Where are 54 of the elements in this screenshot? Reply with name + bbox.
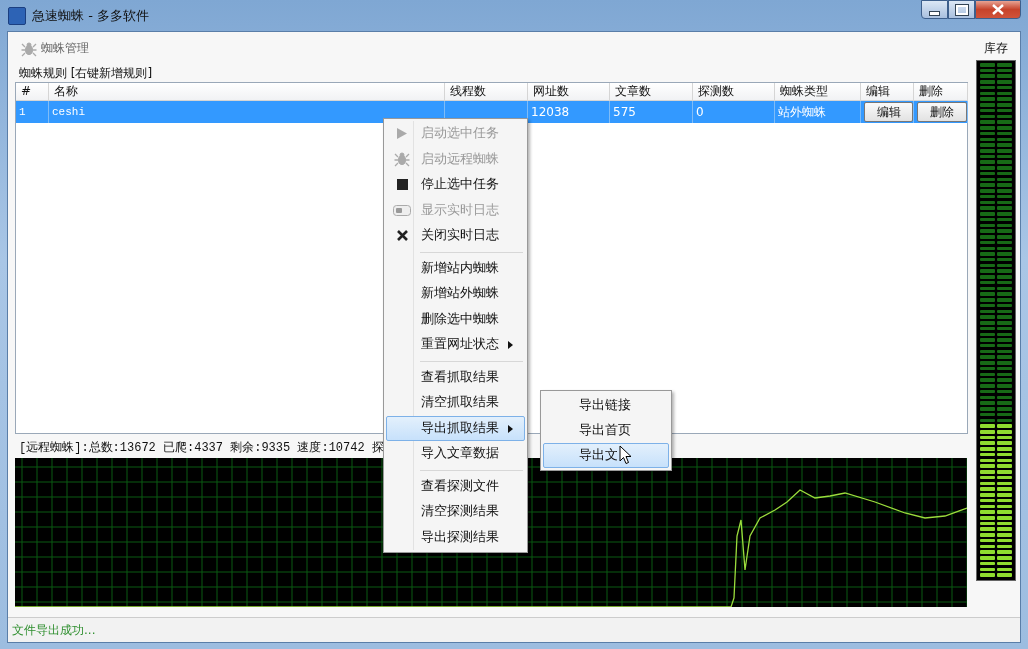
- menu-item[interactable]: 删除选中蜘蛛: [386, 306, 525, 332]
- table-cell: 0: [696, 105, 704, 119]
- menu-item[interactable]: 导出抓取结果: [386, 415, 525, 441]
- column-header[interactable]: 网址数: [528, 83, 610, 101]
- menu-item[interactable]: 查看探测文件: [386, 473, 525, 499]
- submenu-arrow-icon: [508, 341, 513, 349]
- table-cell: 575: [613, 105, 636, 119]
- edit-button[interactable]: 编辑: [864, 102, 913, 122]
- minimize-button[interactable]: [921, 0, 948, 19]
- stop-icon: [396, 179, 408, 191]
- column-header[interactable]: 删除: [914, 83, 968, 101]
- menu-item[interactable]: 导出链接: [543, 393, 669, 418]
- close-icon: [396, 230, 408, 242]
- column-header[interactable]: 编辑: [861, 83, 914, 101]
- close-button[interactable]: [975, 0, 1021, 19]
- spider-icon: [21, 40, 37, 57]
- submenu-arrow-icon: [508, 424, 513, 433]
- table-cell: 1: [19, 106, 26, 118]
- table-row[interactable]: 1 ceshi 12038 575 0 站外蜘蛛 编辑 删除: [16, 101, 967, 123]
- menu-item[interactable]: 清空抓取结果: [386, 390, 525, 416]
- menu-item[interactable]: 导入文章数据: [386, 441, 525, 467]
- spider-manage-button[interactable]: 蜘蛛管理: [15, 38, 95, 59]
- table-cell: ceshi: [52, 106, 85, 118]
- menu-item[interactable]: 导出文: [543, 443, 669, 468]
- column-header[interactable]: #: [16, 83, 49, 101]
- mouse-cursor-icon: [619, 445, 632, 465]
- menu-item[interactable]: 新增站外蜘蛛: [386, 281, 525, 307]
- menu-item[interactable]: 查看抓取结果: [386, 364, 525, 390]
- close-icon: [992, 4, 1004, 15]
- menu-item[interactable]: 关闭实时日志: [386, 223, 525, 249]
- column-header[interactable]: 文章数: [610, 83, 693, 101]
- spider-icon: [394, 151, 410, 168]
- menu-item[interactable]: 重置网址状态: [386, 332, 525, 358]
- stats-line: [远程蜘蛛]:总数:13672 已爬:4337 剩余:9335 速度:10742 探: [18, 440, 384, 457]
- menu-item[interactable]: 清空探测结果: [386, 499, 525, 525]
- maximize-button[interactable]: [948, 0, 975, 19]
- window-title: 急速蜘蛛 - 多多软件: [32, 6, 149, 25]
- menu-item[interactable]: 导出首页: [543, 418, 669, 443]
- app-icon: [8, 6, 26, 25]
- menu-item[interactable]: 新增站内蜘蛛: [386, 255, 525, 281]
- column-header[interactable]: 线程数: [445, 83, 528, 101]
- stock-label: 库存: [984, 40, 1008, 54]
- play-icon: [397, 128, 407, 140]
- group-title: 蜘蛛规则 [右键新增规则]: [18, 65, 154, 82]
- column-header[interactable]: 探测数: [693, 83, 775, 101]
- toggle-icon: [393, 204, 411, 216]
- table-cell: 12038: [531, 105, 570, 119]
- status-text: 文件导出成功...: [12, 621, 96, 639]
- column-header[interactable]: 名称: [49, 83, 445, 101]
- delete-button[interactable]: 删除: [917, 102, 967, 122]
- column-header[interactable]: 蜘蛛类型: [775, 83, 861, 101]
- menu-item[interactable]: 停止选中任务: [386, 172, 525, 198]
- menu-item[interactable]: 导出探测结果: [386, 524, 525, 550]
- table-cell: 站外蜘蛛: [778, 103, 826, 121]
